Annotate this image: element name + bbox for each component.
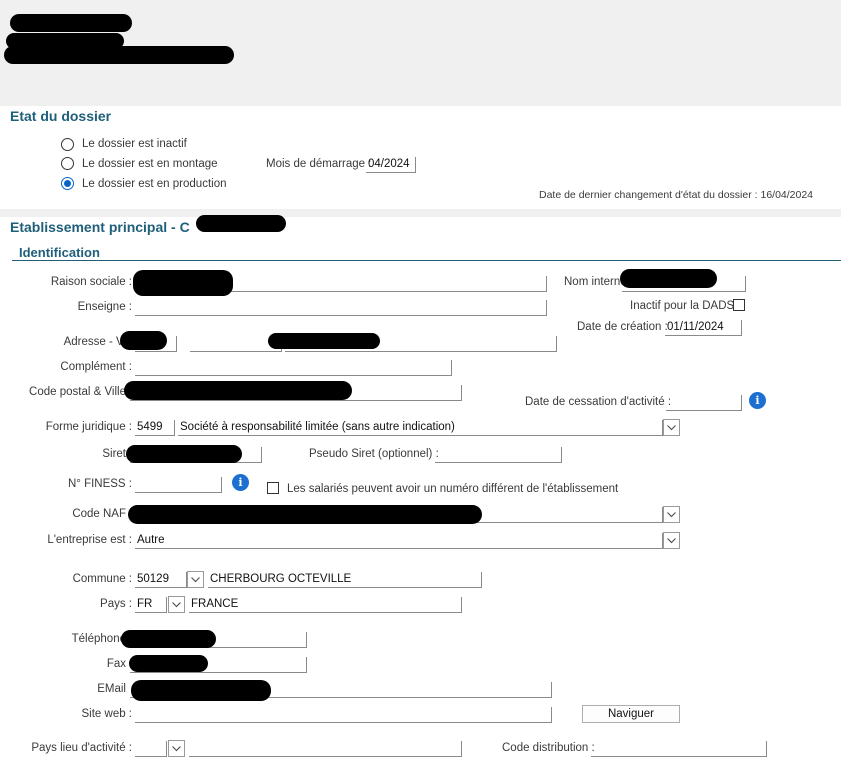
chevron-down-icon xyxy=(667,511,676,517)
etat-title: Etat du dossier xyxy=(10,108,112,124)
date-creation-label: Date de création : xyxy=(577,321,668,333)
redacted-raison-sociale xyxy=(133,270,233,296)
radio-production-label: Le dossier est en production xyxy=(82,178,227,190)
finess-field[interactable] xyxy=(135,477,222,493)
fax-label: Fax xyxy=(106,658,126,670)
radio-montage-label: Le dossier est en montage xyxy=(82,158,218,170)
entreprise-est-dropdown[interactable] xyxy=(663,532,680,549)
chevron-down-icon xyxy=(172,601,181,607)
pays-lieu-code[interactable] xyxy=(135,741,167,757)
radio-production[interactable] xyxy=(61,177,74,190)
code-distribution-field[interactable] xyxy=(591,741,767,757)
redacted-line-3 xyxy=(4,46,234,64)
commune-label: Commune : xyxy=(72,573,132,585)
email-label: EMail xyxy=(97,683,126,695)
date-cessation-label: Date de cessation d'activité : xyxy=(525,396,672,408)
forme-juridique-label: Forme juridique : xyxy=(45,421,132,433)
code-distribution-label: Code distribution : xyxy=(502,742,595,754)
complement-label: Complément : xyxy=(60,361,132,373)
inactif-dads-checkbox[interactable] xyxy=(733,299,745,311)
pays-lieu-name[interactable] xyxy=(189,741,462,757)
entreprise-est-select[interactable]: Autre xyxy=(135,533,663,549)
chevron-down-icon xyxy=(191,576,200,582)
chevron-down-icon xyxy=(172,745,181,751)
identification-divider xyxy=(12,260,841,261)
pseudo-siret-label: Pseudo Siret (optionnel) : xyxy=(309,448,439,460)
radio-montage[interactable] xyxy=(61,157,74,170)
date-cessation-field[interactable] xyxy=(666,395,742,411)
telephone-label: Téléphone xyxy=(71,633,126,645)
pays-label: Pays : xyxy=(100,598,132,610)
redacted-siret xyxy=(126,445,242,463)
date-creation-field[interactable]: 01/11/2024 xyxy=(665,320,742,336)
adresse-label: Adresse - Voi xyxy=(63,336,132,348)
commune-dropdown[interactable] xyxy=(187,571,204,588)
redacted-etablissement-name xyxy=(196,215,286,232)
salaries-checkbox[interactable] xyxy=(267,482,279,494)
naf-dropdown[interactable] xyxy=(663,506,680,523)
chevron-down-icon xyxy=(667,537,676,543)
enseigne-label: Enseigne : xyxy=(77,301,132,313)
commune-name[interactable]: CHERBOURG OCTEVILLE xyxy=(208,572,482,588)
site-web-field[interactable] xyxy=(135,707,552,723)
redacted-email xyxy=(131,680,271,701)
redacted-adresse-2 xyxy=(268,333,380,349)
redacted-telephone xyxy=(121,630,216,648)
pays-lieu-label: Pays lieu d'activité : xyxy=(31,742,132,754)
radio-inactif[interactable] xyxy=(61,138,74,151)
finess-info-icon[interactable]: i xyxy=(232,474,249,491)
mois-demarrage-field[interactable]: 04/2024 xyxy=(366,157,416,173)
redacted-cp-ville xyxy=(124,381,352,400)
site-web-label: Site web : xyxy=(81,708,133,720)
nom-interne-label: Nom interne xyxy=(564,276,627,288)
mois-demarrage-label: Mois de démarrage : xyxy=(266,158,372,170)
identification-title: Identification xyxy=(19,245,100,260)
naviguer-button[interactable]: Naviguer xyxy=(582,705,680,723)
complement-field[interactable] xyxy=(135,360,452,376)
redacted-fax xyxy=(129,655,208,672)
raison-sociale-label: Raison sociale : xyxy=(50,276,132,288)
chevron-down-icon xyxy=(667,424,676,430)
pays-name[interactable]: FRANCE xyxy=(189,597,462,613)
salaries-label: Les salariés peuvent avoir un numéro dif… xyxy=(287,483,619,495)
pays-dropdown[interactable] xyxy=(168,596,185,613)
pseudo-siret-field[interactable] xyxy=(435,447,562,463)
forme-juridique-code[interactable]: 5499 xyxy=(135,420,175,436)
redacted-adresse-1 xyxy=(120,331,167,350)
redacted-name xyxy=(10,14,132,32)
forme-juridique-dropdown[interactable] xyxy=(663,419,680,436)
radio-inactif-label: Le dossier est inactif xyxy=(82,138,187,150)
cp-ville-label: Code postal & Ville xyxy=(29,386,126,398)
pays-code[interactable]: FR xyxy=(135,597,167,613)
pays-lieu-dropdown[interactable] xyxy=(168,740,185,757)
section-band xyxy=(0,209,841,217)
naf-label: Code NAF xyxy=(72,508,126,520)
commune-code[interactable]: 50129 xyxy=(135,572,187,588)
entreprise-est-label: L'entreprise est : xyxy=(47,534,132,546)
forme-juridique-select[interactable]: Société à responsabilité limitée (sans a… xyxy=(178,420,663,436)
enseigne-field[interactable] xyxy=(135,300,547,316)
info-icon[interactable]: i xyxy=(749,392,766,409)
siret-label: Siret xyxy=(102,448,126,460)
redacted-naf xyxy=(128,505,482,524)
inactif-dads-label: Inactif pour la DADS xyxy=(630,300,735,312)
date-changement-etat: Date de dernier changement d'état du dos… xyxy=(539,189,814,201)
finess-label: N° FINESS : xyxy=(67,478,132,490)
redacted-nom-interne xyxy=(620,269,717,288)
etablissement-title: Etablissement principal - C xyxy=(10,219,190,235)
